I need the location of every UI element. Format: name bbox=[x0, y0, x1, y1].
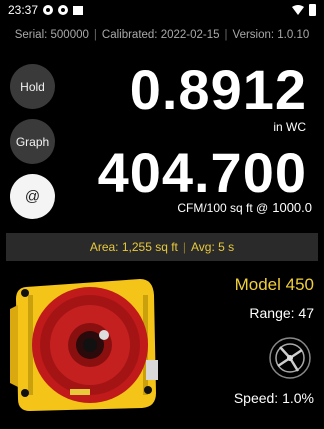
image-icon bbox=[73, 5, 84, 15]
graph-button[interactable]: Graph bbox=[10, 119, 55, 164]
pressure-reading: 0.8912 bbox=[129, 58, 307, 121]
separator: | bbox=[182, 240, 187, 254]
status-bar-left: 23:37 bbox=[8, 3, 84, 17]
pressure-unit: in WC bbox=[273, 120, 306, 134]
model-name: Model 450 bbox=[234, 275, 314, 294]
status-bar: 23:37 bbox=[0, 0, 324, 20]
battery-icon bbox=[309, 4, 316, 16]
notification-icon bbox=[58, 5, 69, 15]
reference-pressure[interactable]: 1000.0 bbox=[272, 200, 312, 215]
at-button[interactable]: @ bbox=[10, 174, 55, 219]
separator: | bbox=[224, 29, 228, 41]
flow-unit: CFM/100 sq ft @ bbox=[177, 201, 269, 215]
notification-icon bbox=[43, 5, 54, 15]
separator: | bbox=[93, 29, 97, 41]
area-value: Area: 1,255 sq ft bbox=[89, 240, 178, 254]
average-value: Avg: 5 s bbox=[191, 240, 235, 254]
status-bar-right bbox=[292, 4, 316, 16]
calibration-date: Calibrated: 2022-02-15 bbox=[101, 29, 220, 41]
hold-button[interactable]: Hold bbox=[10, 64, 55, 109]
range-value: Range: 47 bbox=[249, 305, 314, 321]
serial-number: Serial: 500000 bbox=[14, 29, 89, 41]
clock: 23:37 bbox=[8, 3, 39, 17]
device-image bbox=[8, 265, 163, 415]
fan-icon[interactable] bbox=[268, 336, 312, 380]
wifi-icon bbox=[292, 5, 304, 15]
summary-bar: Area: 1,255 sq ft | Avg: 5 s bbox=[6, 233, 318, 261]
software-version: Version: 1.0.10 bbox=[232, 29, 310, 41]
flow-unit-line: CFM/100 sq ft @1000.0 bbox=[177, 200, 312, 215]
speed-value: Speed: 1.0% bbox=[233, 390, 314, 406]
device-info: Serial: 500000 | Calibrated: 2022-02-15 … bbox=[0, 22, 324, 48]
flow-reading: 404.700 bbox=[97, 141, 307, 204]
